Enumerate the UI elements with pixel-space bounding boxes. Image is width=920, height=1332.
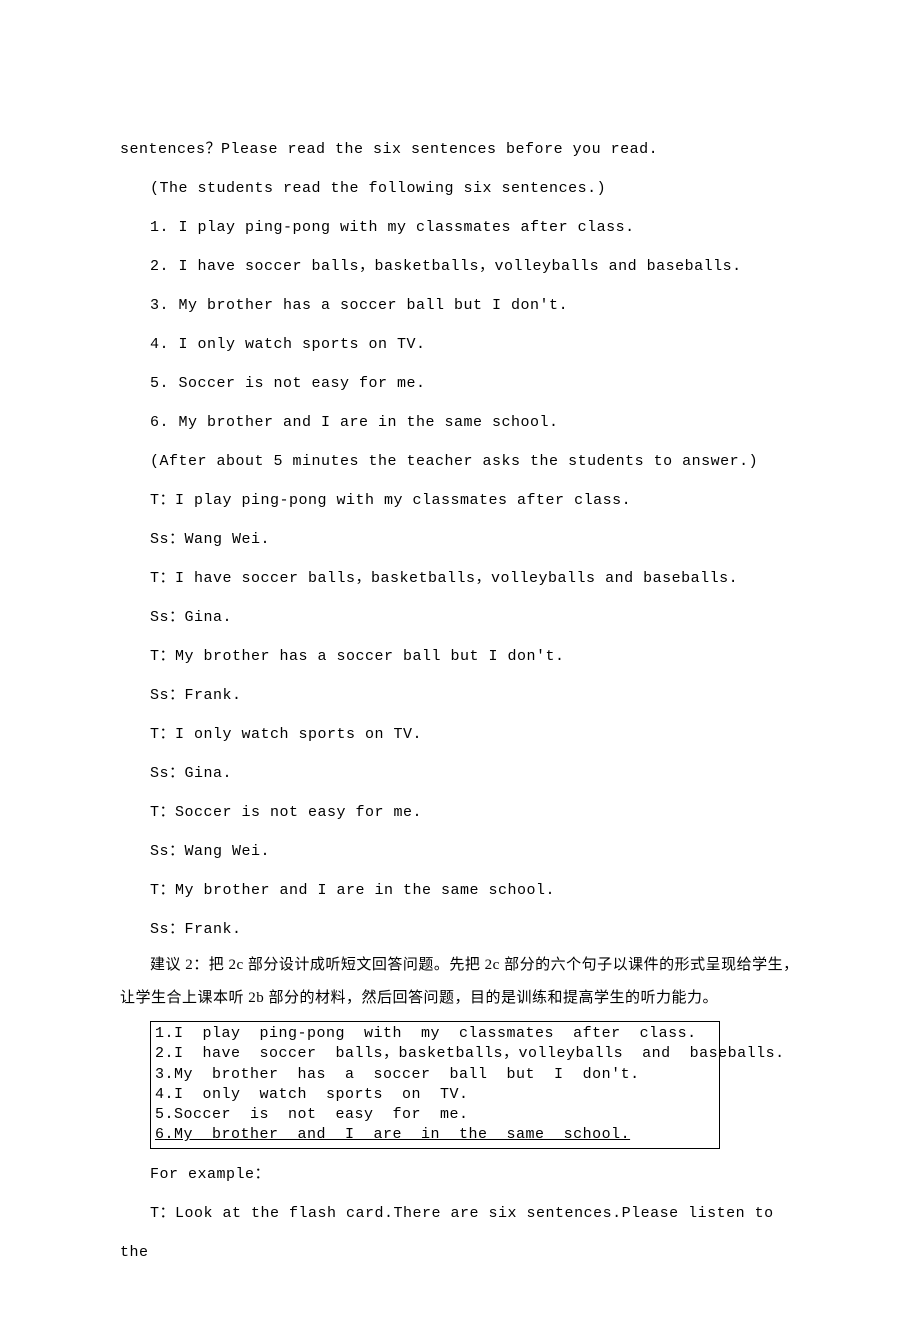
body-line: 5. Soccer is not easy for me. [120,364,800,403]
box-line: 1.I play ping-pong with my classmates af… [155,1024,715,1044]
box-line: 4.I only watch sports on TV. [155,1085,715,1105]
sentence-box: 1.I play ping-pong with my classmates af… [150,1021,720,1149]
body-line: 6. My brother and I are in the same scho… [120,403,800,442]
body-line: T：I have soccer balls，basketballs，volley… [120,559,800,598]
document-page: sentences？Please read the six sentences … [0,0,920,1332]
body-line: 3. My brother has a soccer ball but I do… [120,286,800,325]
body-line: 1. I play ping-pong with my classmates a… [120,208,800,247]
body-line: T：My brother has a soccer ball but I don… [120,637,800,676]
body-line: Ss：Gina. [120,754,800,793]
body-line: T：I play ping-pong with my classmates af… [120,481,800,520]
body-line: Ss：Wang Wei. [120,520,800,559]
body-line: T：Soccer is not easy for me. [120,793,800,832]
suggestion-paragraph: 建议 2：把 2c 部分设计成听短文回答问题。先把 2c 部分的六个句子以课件的… [120,949,800,1015]
body-line: (The students read the following six sen… [120,169,800,208]
body-line: Ss：Gina. [120,598,800,637]
body-line: Ss：Frank. [120,676,800,715]
body-line: Ss：Wang Wei. [120,832,800,871]
body-line: 4. I only watch sports on TV. [120,325,800,364]
body-line: Ss：Frank. [120,910,800,949]
box-line: 2.I have soccer balls，basketballs，volley… [155,1044,715,1064]
body-line: (After about 5 minutes the teacher asks … [120,442,800,481]
body-line: T：I only watch sports on TV. [120,715,800,754]
body-line: For example： [120,1155,800,1194]
body-line: T：My brother and I are in the same schoo… [120,871,800,910]
box-line: 3.My brother has a soccer ball but I don… [155,1065,715,1085]
box-line: 5.Soccer is not easy for me. [155,1105,715,1125]
box-line: 6.My brother and I are in the same schoo… [155,1125,715,1145]
body-line: 2. I have soccer balls，basketballs，volle… [120,247,800,286]
body-line: sentences？Please read the six sentences … [120,130,800,169]
body-line: T：Look at the flash card.There are six s… [120,1194,800,1272]
